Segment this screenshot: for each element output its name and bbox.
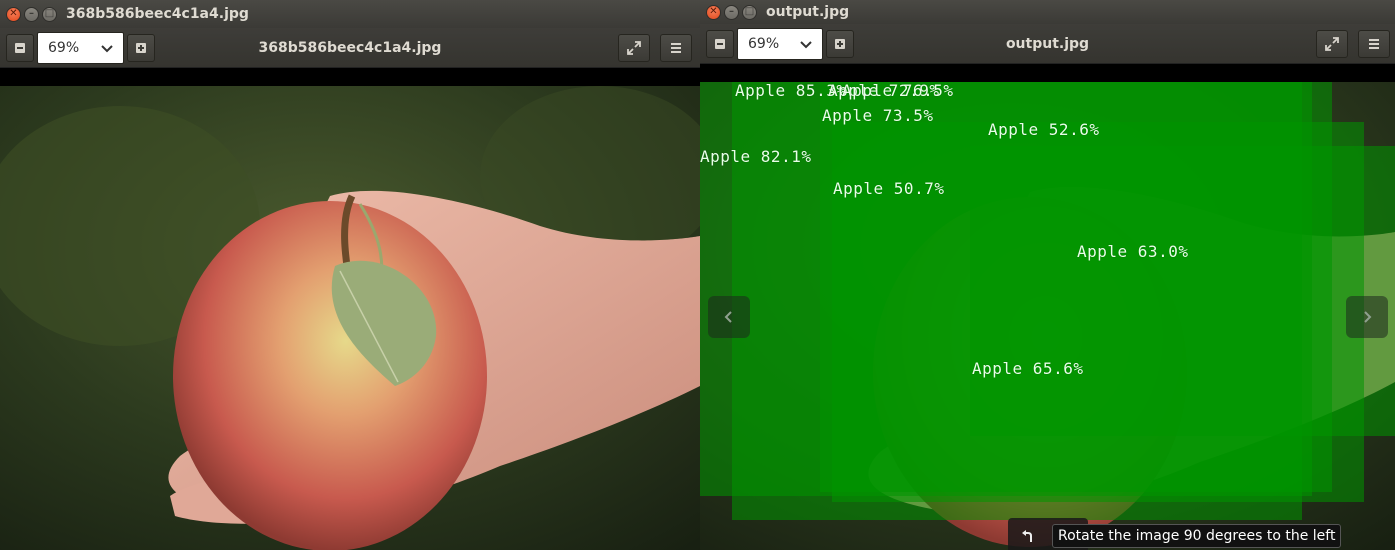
fullscreen-button[interactable] <box>618 34 650 62</box>
previous-image-button[interactable] <box>708 296 750 338</box>
detection-label: Apple 63.0% <box>1077 242 1189 261</box>
zoom-in-button[interactable] <box>826 30 854 58</box>
fullscreen-icon <box>627 41 641 55</box>
fullscreen-button[interactable] <box>1316 30 1348 58</box>
menu-button[interactable] <box>660 34 692 62</box>
detection-label: Apple 52.6% <box>988 120 1100 139</box>
right-window-title: output.jpg <box>766 4 850 20</box>
menu-button[interactable] <box>1358 30 1390 58</box>
detection-label: Apple 50.7% <box>833 179 945 198</box>
detection-box <box>970 146 1395 436</box>
right-window-controls: ✕ – □ <box>706 4 757 20</box>
detection-label: Apple 65.6% <box>972 359 1084 378</box>
left-image-canvas[interactable] <box>0 69 700 550</box>
chevron-down-icon <box>101 45 113 53</box>
zoom-level-value: 69% <box>48 40 80 56</box>
left-window-controls: ✕ – □ <box>6 6 57 22</box>
close-icon[interactable]: ✕ <box>6 6 21 22</box>
detection-label: Apple 76.5% <box>842 82 954 100</box>
left-titlebar: ✕ – □ 368b586beec4c1a4.jpg <box>0 0 700 28</box>
hamburger-menu-icon <box>1369 39 1379 49</box>
zoom-out-button[interactable] <box>706 30 734 58</box>
hamburger-menu-icon <box>671 43 681 53</box>
rotate-left-tooltip: Rotate the image 90 degrees to the left <box>1052 524 1342 548</box>
minimize-icon[interactable]: – <box>24 6 39 22</box>
maximize-icon[interactable]: □ <box>742 4 757 20</box>
zoom-level-value: 69% <box>748 36 780 52</box>
chevron-down-icon <box>800 41 812 49</box>
minimize-icon[interactable]: – <box>724 4 739 20</box>
right-image-canvas[interactable]: Apple 85.3% Apple 72.9% Apple 76.5% Appl… <box>700 65 1395 550</box>
chevron-right-icon <box>1364 311 1372 323</box>
chevron-left-icon <box>724 311 732 323</box>
close-icon[interactable]: ✕ <box>706 4 721 20</box>
right-toolbar: 69% output.jpg <box>700 24 1395 64</box>
right-toolbar-title: output.jpg <box>1005 36 1090 52</box>
right-titlebar: ✕ – □ output.jpg <box>700 0 1395 24</box>
detection-label: Apple 82.1% <box>700 147 812 166</box>
zoom-out-button[interactable] <box>6 34 34 62</box>
detection-output-photo: Apple 85.3% Apple 72.9% Apple 76.5% Appl… <box>700 82 1395 550</box>
rotate-left-icon <box>1022 530 1032 542</box>
left-window-title: 368b586beec4c1a4.jpg <box>66 6 249 22</box>
detection-label: Apple 73.5% <box>822 106 934 125</box>
fullscreen-icon <box>1325 37 1339 51</box>
left-toolbar: 69% 368b586beec4c1a4.jpg <box>0 28 700 68</box>
zoom-level-select[interactable]: 69% <box>737 28 823 60</box>
apple-photo <box>0 86 700 550</box>
left-toolbar-title: 368b586beec4c1a4.jpg <box>258 40 442 56</box>
next-image-button[interactable] <box>1346 296 1388 338</box>
maximize-icon[interactable]: □ <box>42 6 57 22</box>
zoom-in-button[interactable] <box>127 34 155 62</box>
right-image-viewer-window: ✕ – □ output.jpg 69% output.jpg Apple 85… <box>700 0 1395 550</box>
zoom-level-select[interactable]: 69% <box>37 32 124 64</box>
left-image-viewer-window: ✕ – □ 368b586beec4c1a4.jpg 69% 368b586be… <box>0 0 700 550</box>
